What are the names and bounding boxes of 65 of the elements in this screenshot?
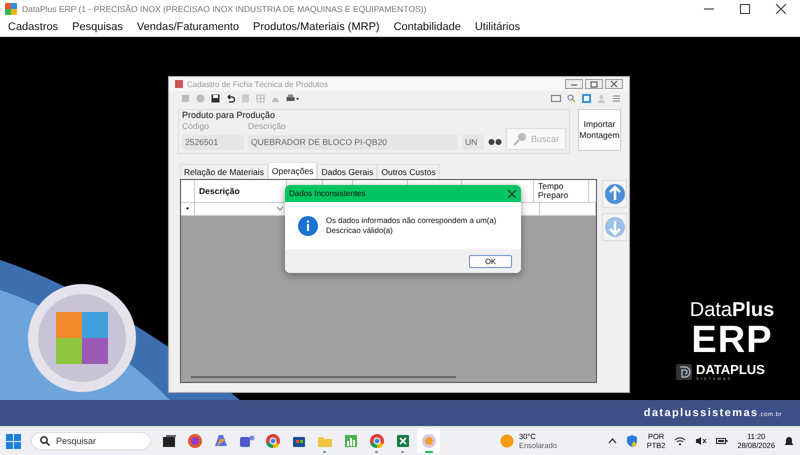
product-name: DataPlus [690, 299, 774, 321]
unit-field: UN [462, 135, 484, 150]
search-icon [40, 436, 50, 446]
shield-warning-icon[interactable] [626, 435, 638, 447]
menu-item[interactable]: Cadastros [8, 21, 58, 33]
tab[interactable]: Operações [268, 162, 318, 179]
dropdown-icon[interactable] [276, 206, 284, 212]
tab[interactable]: Outros Custos [377, 164, 440, 179]
search-icon [513, 132, 527, 146]
tab[interactable]: Relação de Materiais [180, 164, 268, 179]
binoculars-icon[interactable] [488, 138, 502, 146]
field-label: Código [182, 121, 210, 131]
menu-item[interactable]: Utilitários [474, 21, 520, 33]
wifi-icon[interactable] [674, 436, 686, 446]
browser-icon [368, 432, 386, 450]
start-icon[interactable] [6, 434, 21, 448]
scrollbar[interactable] [191, 376, 456, 378]
close-icon[interactable] [776, 4, 786, 14]
tab[interactable]: Dados Gerais [317, 164, 378, 179]
move-up-button[interactable] [602, 180, 627, 208]
info-icon [298, 216, 318, 236]
printer-dropdown-icon [286, 94, 300, 102]
search-field[interactable]: Pesquisar [31, 432, 151, 450]
restore-button[interactable] [585, 79, 603, 89]
close-icon[interactable] [508, 190, 516, 198]
company-logo-icon [676, 364, 692, 380]
window-icon [551, 94, 561, 102]
menu-item[interactable]: Pesquisas [72, 21, 123, 33]
column-header: Tempo Preparo [538, 182, 570, 200]
product-subtitle: ERP [691, 321, 773, 359]
dialog-title: Dados Inconsistentes [289, 189, 366, 198]
document-icon [241, 94, 250, 102]
window-title: Cadastro de Ficha Técnica de Produtos [187, 80, 328, 88]
browser-icon [264, 432, 282, 450]
grid-icon [256, 94, 265, 102]
battery-icon[interactable] [716, 436, 728, 446]
text-field[interactable]: 2526501 [182, 135, 244, 150]
close-button[interactable] [605, 79, 623, 89]
menu-item[interactable]: Contabilidade [394, 21, 461, 33]
undo-icon [226, 94, 235, 102]
restore-icon [589, 80, 599, 88]
sun-icon [500, 434, 514, 448]
window-title: DataPlus ERP (1 - PRECISÃO INOX (PRECISAO INOX INDUSTRIA DE MAQUINAS E EQUIPAMENTOS)) [22, 4, 426, 14]
field-label: Descrição [248, 121, 287, 131]
import-button[interactable]: Importar Montagem [578, 109, 621, 151]
group-title: Produto para Produção [182, 110, 276, 120]
refresh-icon [582, 94, 591, 102]
menu-item[interactable]: Vendas/Faturamento [136, 21, 240, 33]
app-logo-icon [5, 3, 17, 15]
browser-icon [186, 432, 204, 450]
search-icon [567, 94, 576, 102]
close-icon [609, 80, 619, 88]
text-field[interactable]: QUEBRADOR DE BLOCO PI-QB20 [248, 135, 458, 150]
form-icon [175, 80, 183, 88]
save-icon [211, 94, 220, 102]
person-icon [597, 94, 606, 102]
column-header: Descrição [199, 186, 240, 196]
bell-icon[interactable] [784, 436, 794, 446]
chevron-up-icon[interactable] [608, 438, 617, 444]
menu-icon [612, 94, 621, 102]
company-name: DATAPLUS [696, 363, 766, 376]
speaker-muted-icon[interactable] [695, 436, 708, 446]
maximize-icon[interactable] [740, 4, 750, 14]
minimize-button[interactable] [565, 79, 583, 89]
menu-item[interactable]: Produtos/Materiais (MRP) [253, 21, 380, 33]
